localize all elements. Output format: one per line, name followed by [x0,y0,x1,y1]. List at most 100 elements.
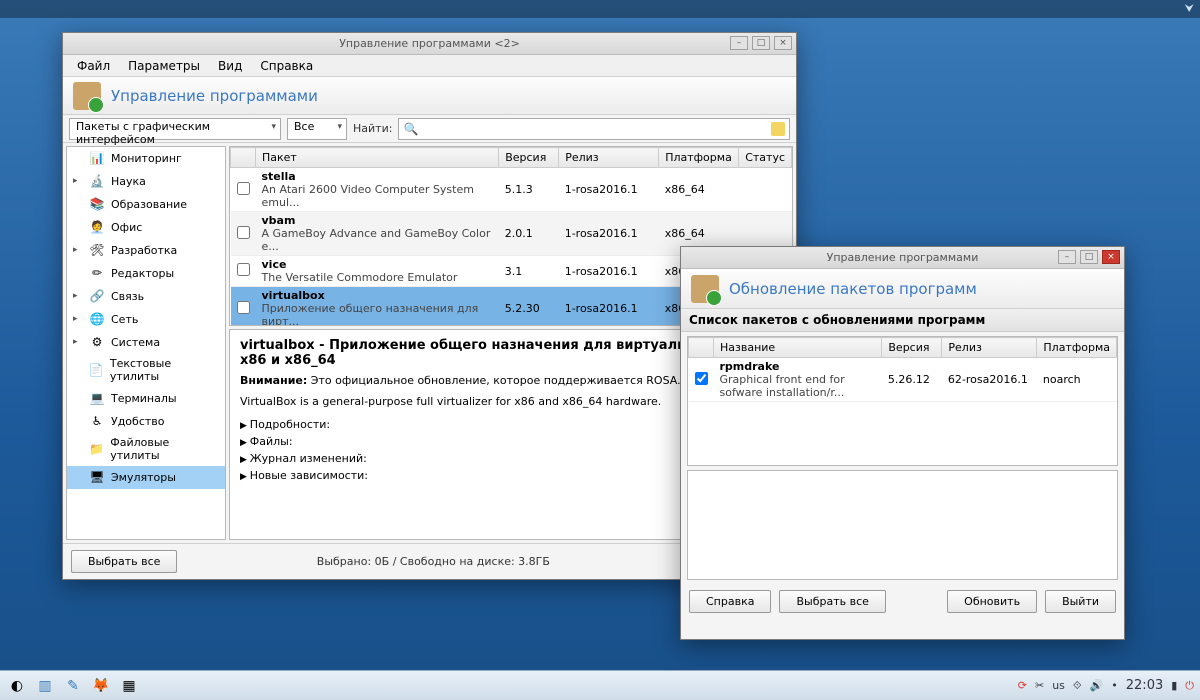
category-icon: 🔬 [89,173,105,189]
sidebar-item-label: Система [111,336,160,349]
close-button[interactable]: × [1102,250,1120,264]
sidebar-item-Сеть[interactable]: ▸🌐Сеть [67,308,225,331]
update-details-box[interactable] [687,470,1118,580]
search-clear-icon[interactable] [771,122,785,136]
sidebar-item-label: Сеть [111,313,138,326]
column-header[interactable]: Версия [882,338,942,358]
category-sidebar[interactable]: 📊Мониторинг▸🔬Наука📚Образование🧑‍💼Офис▸🛠Р… [66,146,226,540]
volume-tray-icon[interactable]: 🔊 [1090,679,1104,692]
select-all-button[interactable]: Выбрать все [779,590,885,613]
menu-help[interactable]: Справка [252,57,321,75]
sidebar-item-Редакторы[interactable]: ✏Редакторы [67,262,225,285]
package-name-cell: vbamA GameBoy Advance and GameBoy Color … [256,212,499,256]
expand-icon: ▸ [73,314,83,324]
sidebar-item-Текстовые утилиты[interactable]: 📄Текстовые утилиты [67,354,225,387]
clock[interactable]: 22:03 [1126,678,1163,693]
sidebar-item-Терминалы[interactable]: 💻Терминалы [67,387,225,410]
exit-button[interactable]: Выйти [1045,590,1116,613]
filter-type-combo[interactable]: Пакеты с графическим интерфейсом [69,118,281,140]
clipboard-tray-icon[interactable]: ✂ [1035,679,1044,692]
keyboard-layout-indicator[interactable]: us [1052,679,1065,692]
update-app-header: Обновление пакетов программ [681,269,1124,309]
package-version: 3.1 [499,256,559,287]
maximize-button[interactable]: □ [752,36,770,50]
sidebar-item-Разработка[interactable]: ▸🛠Разработка [67,239,225,262]
menu-parameters[interactable]: Параметры [120,57,208,75]
update-titlebar[interactable]: Управление программами – □ × [681,247,1124,269]
column-header[interactable]: Платформа [1037,338,1117,358]
package-status [739,168,792,212]
column-header[interactable]: Релиз [942,338,1037,358]
network-tray-icon[interactable]: ⟐ [1073,679,1082,693]
package-version: 5.1.3 [499,168,559,212]
update-tray-icon[interactable]: ⟳ [1018,679,1027,692]
sidebar-item-Офис[interactable]: 🧑‍💼Офис [67,216,225,239]
update-package-list[interactable]: НазваниеВерсияРелизПлатформа rpmdrakeGra… [687,336,1118,466]
update-version: 5.26.12 [882,358,942,402]
update-package-row[interactable]: rpmdrakeGraphical front end for sofware … [689,358,1117,402]
start-menu-icon[interactable]: ◐ [6,675,28,697]
update-button[interactable]: Обновить [947,590,1037,613]
package-checkbox[interactable] [237,263,250,276]
package-version: 2.0.1 [499,212,559,256]
expand-icon: ▸ [73,245,83,255]
column-header[interactable] [231,148,256,168]
search-icon: 🔍 [403,122,418,136]
category-icon: ⚙ [89,334,105,350]
update-package-name: rpmdrakeGraphical front end for sofware … [714,358,882,402]
search-field[interactable]: 🔍 [398,118,790,140]
battery-tray-icon[interactable]: ▮ [1171,679,1177,692]
column-header[interactable]: Статус [739,148,792,168]
package-name-cell: viceThe Versatile Commodore Emulator [256,256,499,287]
app-header-title: Управление программами [111,87,318,105]
file-manager-icon[interactable]: ▥ [34,675,56,697]
filter-state-combo[interactable]: Все [287,118,347,140]
sidebar-item-Файловые утилиты[interactable]: 📁Файловые утилиты [67,433,225,466]
close-button[interactable]: × [774,36,792,50]
footer-status: Выбрано: 0Б / Свободно на диске: 3.8ГБ [177,555,689,568]
help-button[interactable]: Справка [689,590,771,613]
select-all-button[interactable]: Выбрать все [71,550,177,573]
category-icon: 🛠 [89,242,105,258]
sidebar-item-Связь[interactable]: ▸🔗Связь [67,285,225,308]
package-version: 5.2.30 [499,287,559,327]
minimize-button[interactable]: – [1058,250,1076,264]
update-checkbox[interactable] [695,372,708,385]
search-input[interactable] [422,122,767,135]
category-icon: 📁 [89,441,105,457]
sidebar-item-Удобство[interactable]: ♿Удобство [67,410,225,433]
column-header[interactable]: Пакет [256,148,499,168]
maximize-button[interactable]: □ [1080,250,1098,264]
shutdown-tray-icon[interactable]: ⏻ [1185,679,1194,693]
column-header[interactable] [689,338,714,358]
package-checkbox[interactable] [237,301,250,314]
column-header[interactable]: Платформа [659,148,739,168]
task-app-1-icon[interactable]: ▦ [118,675,140,697]
column-header[interactable]: Название [714,338,882,358]
category-icon: 📊 [89,150,105,166]
menu-file[interactable]: Файл [69,57,118,75]
package-checkbox[interactable] [237,226,250,239]
sidebar-item-Система[interactable]: ▸⚙Система [67,331,225,354]
sidebar-item-Образование[interactable]: 📚Образование [67,193,225,216]
minimize-button[interactable]: – [730,36,748,50]
package-row[interactable]: stellaAn Atari 2600 Video Computer Syste… [231,168,792,212]
sidebar-item-Наука[interactable]: ▸🔬Наука [67,170,225,193]
find-label: Найти: [353,122,392,135]
package-checkbox[interactable] [237,182,250,195]
firefox-icon[interactable]: 🦊 [90,675,112,697]
sidebar-item-label: Эмуляторы [111,471,176,484]
editor-icon[interactable]: ✎ [62,675,84,697]
expand-icon: ▸ [73,291,83,301]
sidebar-item-Мониторинг[interactable]: 📊Мониторинг [67,147,225,170]
expand-icon: ▸ [73,176,83,186]
column-header[interactable]: Версия [499,148,559,168]
sidebar-item-Эмуляторы[interactable]: 🖥Эмуляторы [67,466,225,489]
menu-view[interactable]: Вид [210,57,250,75]
desktop-taskbar[interactable]: ◐ ▥ ✎ 🦊 ▦ ⟳ ✂ us ⟐ 🔊 • 22:03 ▮ ⏻ [0,670,1200,700]
sidebar-item-label: Офис [111,221,142,234]
column-header[interactable]: Релиз [559,148,659,168]
sidebar-item-label: Терминалы [111,392,177,405]
top-right-indicator: ⮟ [1185,2,1194,16]
main-titlebar[interactable]: Управление программами <2> – □ × [63,33,796,55]
